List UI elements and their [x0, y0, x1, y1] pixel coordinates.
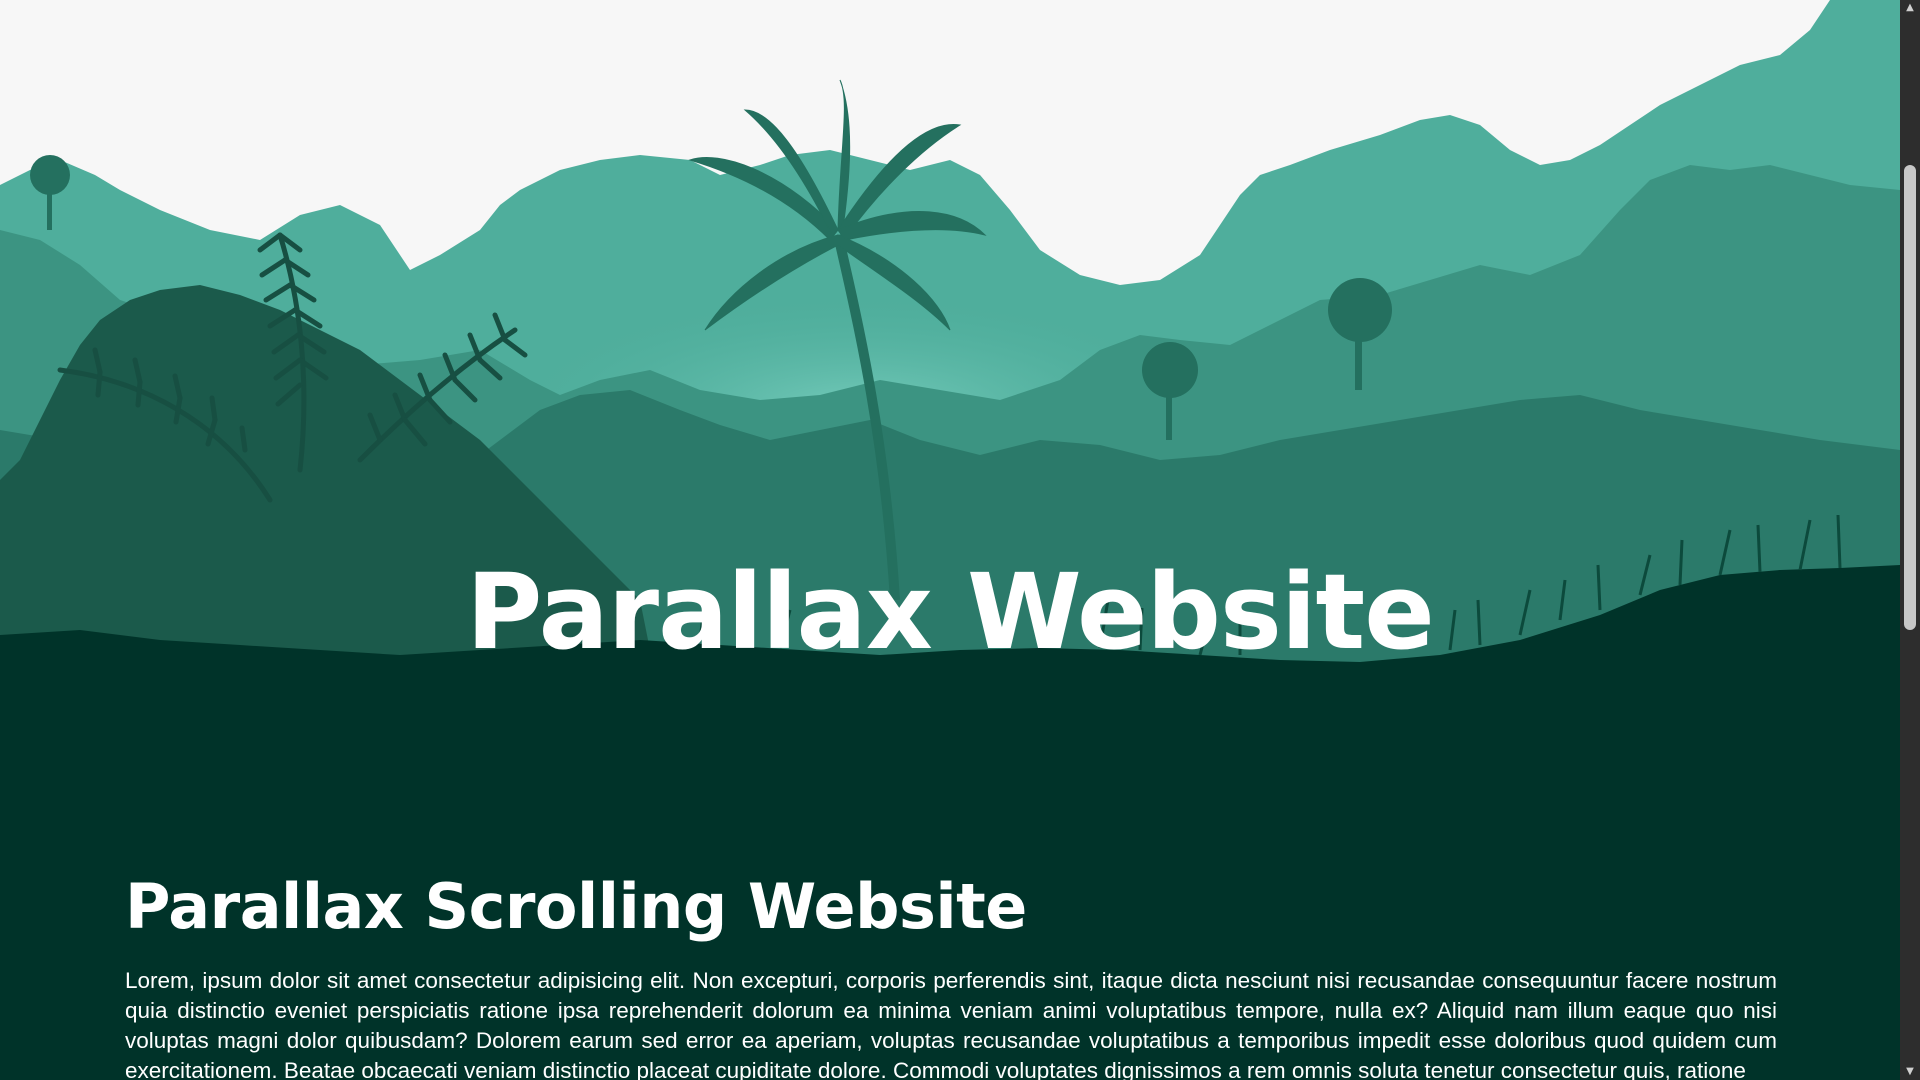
- vertical-scrollbar[interactable]: ▲ ▼: [1900, 0, 1920, 1080]
- scroll-up-arrow-icon[interactable]: ▲: [1900, 0, 1920, 16]
- hero-title: Parallax Website: [466, 551, 1435, 673]
- section-body-text: Lorem, ipsum dolor sit amet consectetur …: [125, 968, 1777, 1080]
- scrollbar-thumb[interactable]: [1904, 165, 1916, 630]
- content-section: Parallax Scrolling Website Lorem, ipsum …: [125, 870, 1777, 1080]
- hero-section: Parallax Website: [0, 0, 1900, 700]
- scroll-down-arrow-icon[interactable]: ▼: [1900, 1064, 1920, 1080]
- section-heading: Parallax Scrolling Website: [125, 870, 1027, 943]
